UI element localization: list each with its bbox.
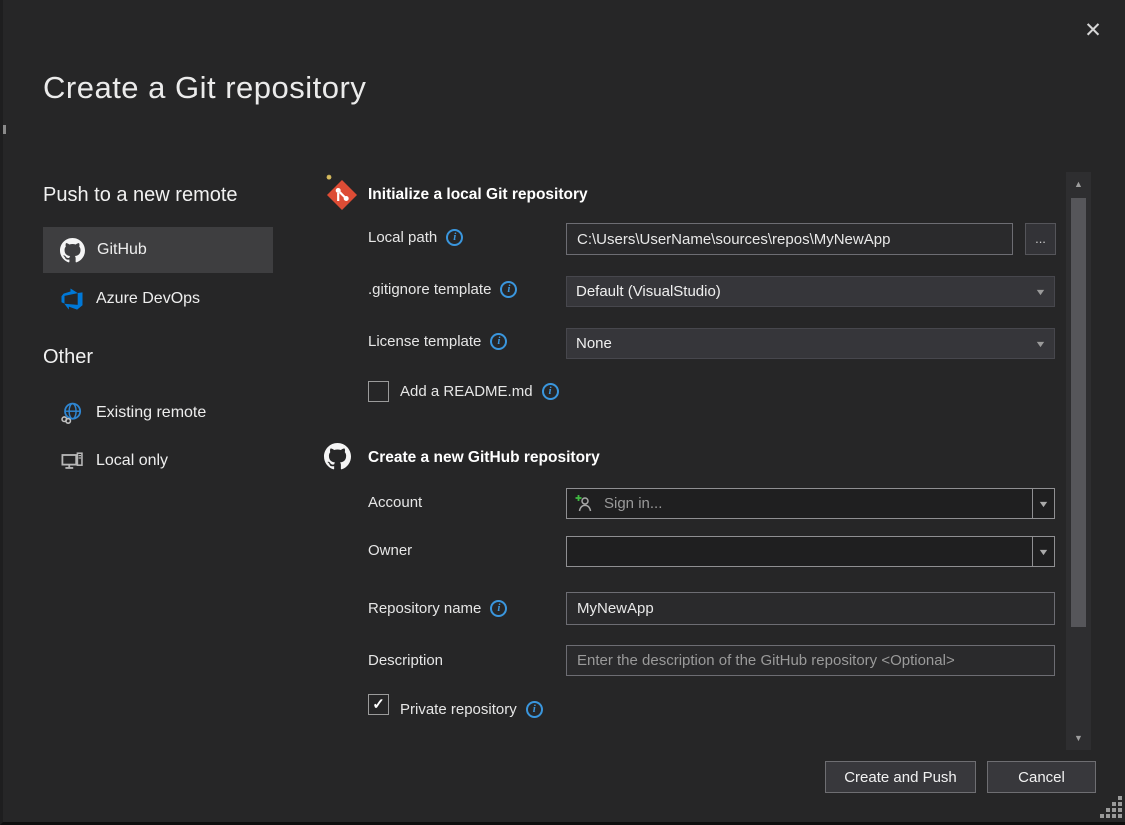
description-input[interactable]	[566, 645, 1055, 676]
create-and-push-button[interactable]: Create and Push	[825, 761, 976, 793]
page-title: Create a Git repository	[43, 70, 366, 106]
account-label: Account	[368, 494, 422, 511]
local-path-label: Local path i	[368, 229, 463, 246]
sign-in-person-icon	[575, 494, 595, 514]
description-label: Description	[368, 652, 443, 669]
info-icon[interactable]: i	[446, 229, 463, 246]
info-icon[interactable]: i	[542, 383, 559, 400]
local-path-input[interactable]	[566, 223, 1013, 255]
account-value: Sign in...	[604, 495, 662, 512]
license-label: License template i	[368, 333, 507, 350]
scrollbar-thumb[interactable]	[1071, 198, 1086, 627]
git-new-icon	[323, 174, 359, 212]
azure-devops-icon	[60, 287, 84, 311]
readme-checkbox[interactable]	[368, 381, 389, 402]
readme-label: Add a README.md i	[400, 383, 559, 400]
account-combo-body: Sign in...	[567, 489, 1032, 518]
cancel-button[interactable]: Cancel	[987, 761, 1096, 793]
github-icon	[60, 238, 85, 263]
repository-name-label: Repository name i	[368, 600, 507, 617]
window-edge-tick	[3, 125, 6, 134]
chevron-down-icon: ▼	[1034, 339, 1046, 349]
private-repository-checkbox[interactable]: ✓	[368, 694, 389, 715]
info-icon[interactable]: i	[490, 600, 507, 617]
owner-combo-body	[567, 537, 1032, 566]
chevron-down-icon: ▼	[1034, 287, 1046, 297]
sidebar-item-label: Existing remote	[96, 404, 206, 422]
info-icon[interactable]: i	[500, 281, 517, 298]
github-icon	[324, 443, 351, 470]
sidebar-item-azure-devops[interactable]: Azure DevOps	[43, 279, 273, 319]
sidebar-item-existing-remote[interactable]: Existing remote	[43, 394, 273, 432]
license-template-dropdown[interactable]: None ▼	[566, 328, 1055, 359]
section-heading-initialize: Initialize a local Git repository	[368, 186, 588, 204]
sidebar-item-github[interactable]: GitHub	[43, 227, 273, 273]
sidebar-item-label: Local only	[96, 452, 168, 470]
dropdown-value: None	[576, 335, 612, 352]
owner-dropdown-button[interactable]: ▼	[1032, 537, 1054, 566]
scroll-down-icon[interactable]: ▼	[1066, 730, 1091, 746]
close-icon[interactable]: ✕	[1073, 14, 1113, 48]
globe-remote-icon	[60, 401, 84, 425]
info-icon[interactable]: i	[490, 333, 507, 350]
sidebar-item-label: Azure DevOps	[96, 290, 200, 308]
sidebar-item-label: GitHub	[97, 241, 147, 259]
dropdown-value: Default (VisualStudio)	[576, 283, 721, 300]
gitignore-label: .gitignore template i	[368, 281, 517, 298]
check-icon: ✓	[372, 696, 385, 713]
scrollbar[interactable]: ▲ ▼	[1066, 172, 1091, 750]
private-repository-label: Private repository i	[400, 701, 543, 718]
owner-label: Owner	[368, 542, 412, 559]
sidebar-heading-other: Other	[43, 346, 93, 369]
account-combobox[interactable]: Sign in... ▼	[566, 488, 1055, 519]
repository-name-input[interactable]	[566, 592, 1055, 625]
sidebar-heading-push: Push to a new remote	[43, 184, 238, 207]
gitignore-template-dropdown[interactable]: Default (VisualStudio) ▼	[566, 276, 1055, 307]
account-dropdown-button[interactable]: ▼	[1032, 489, 1054, 518]
sidebar-item-local-only[interactable]: Local only	[43, 442, 273, 480]
local-computer-icon	[60, 449, 84, 473]
chevron-down-icon: ▼	[1037, 499, 1049, 509]
chevron-down-icon: ▼	[1037, 547, 1049, 557]
scroll-up-icon[interactable]: ▲	[1066, 176, 1091, 192]
create-git-repository-dialog: Create a Git repository ✕ Push to a new …	[0, 0, 1125, 825]
info-icon[interactable]: i	[526, 701, 543, 718]
section-heading-github: Create a new GitHub repository	[368, 449, 600, 467]
owner-combobox[interactable]: ▼	[566, 536, 1055, 567]
browse-button[interactable]: ...	[1025, 223, 1056, 255]
resize-grip[interactable]	[1100, 796, 1124, 820]
